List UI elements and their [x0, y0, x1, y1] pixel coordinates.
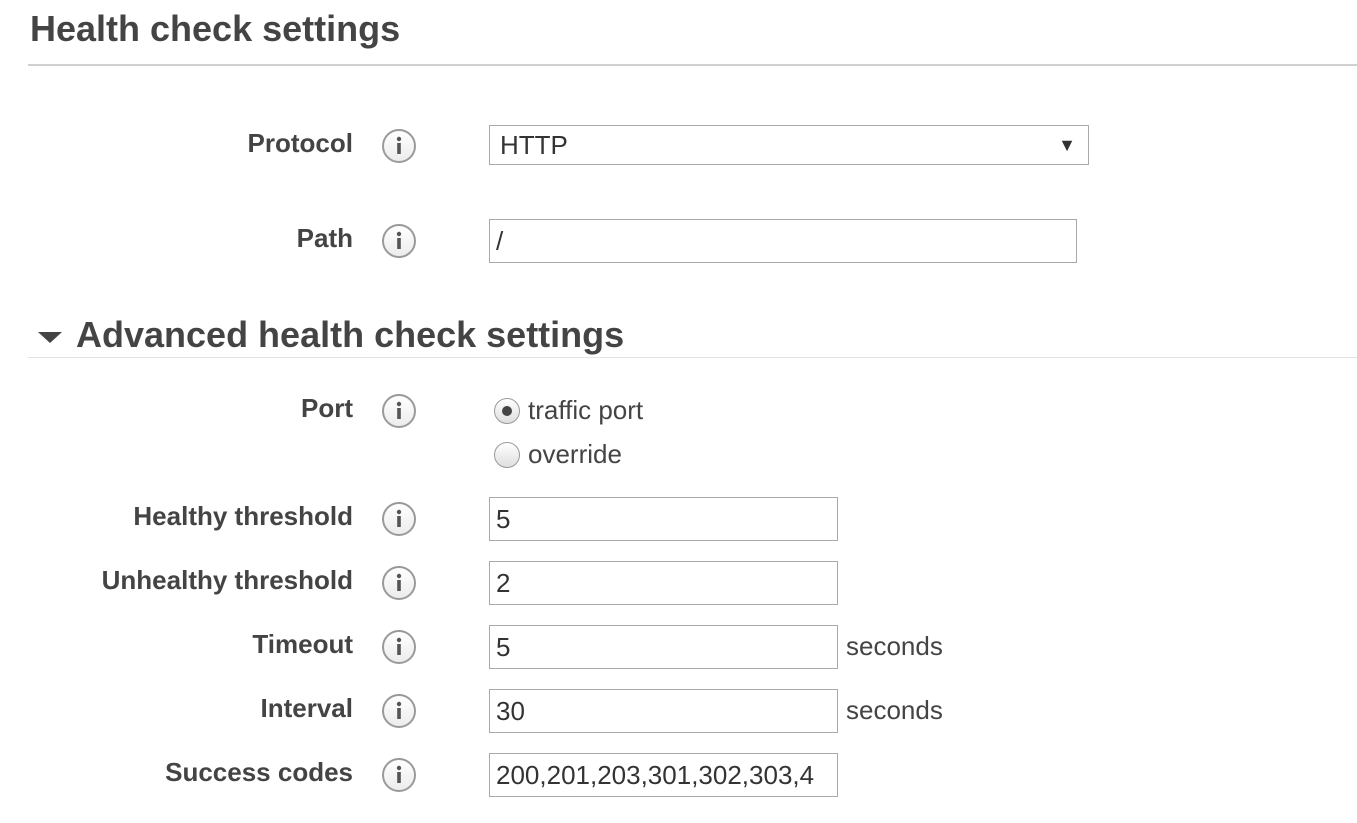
unhealthy-threshold-input[interactable]: 2: [489, 561, 838, 605]
timeout-label: Timeout: [252, 629, 353, 659]
path-input[interactable]: /: [489, 219, 1077, 263]
protocol-selected-value: HTTP: [500, 129, 568, 160]
override-radio[interactable]: [494, 441, 520, 468]
port-label: Port: [301, 393, 353, 423]
port-option-override[interactable]: override: [494, 439, 622, 470]
timeout-input[interactable]: 5: [489, 625, 838, 669]
override-label[interactable]: override: [528, 439, 622, 470]
advanced-section-header[interactable]: Advanced health check settings: [30, 314, 624, 356]
healthy-threshold-label: Healthy threshold: [133, 501, 353, 531]
interval-unit: seconds: [846, 695, 943, 725]
advanced-divider: [28, 357, 1357, 358]
path-info-icon[interactable]: [382, 224, 416, 258]
timeout-info-icon[interactable]: [382, 630, 416, 664]
port-info-icon[interactable]: [382, 394, 416, 428]
interval-info-icon[interactable]: [382, 694, 416, 728]
traffic-port-label[interactable]: traffic port: [528, 395, 643, 426]
section-title: Health check settings: [30, 8, 401, 49]
success-codes-label: Success codes: [165, 757, 353, 787]
protocol-info-icon[interactable]: [382, 129, 416, 163]
path-label: Path: [296, 223, 353, 253]
unhealthy-threshold-label: Unhealthy threshold: [101, 565, 353, 595]
timeout-unit: seconds: [846, 631, 943, 661]
healthy-threshold-input[interactable]: 5: [489, 497, 838, 541]
advanced-section-title[interactable]: Advanced health check settings: [76, 314, 624, 356]
success-codes-input[interactable]: 200,201,203,301,302,303,4: [489, 753, 838, 797]
traffic-port-radio[interactable]: [494, 397, 520, 424]
unhealthy-threshold-info-icon[interactable]: [382, 566, 416, 600]
interval-label: Interval: [260, 693, 354, 723]
port-option-traffic-port[interactable]: traffic port: [494, 395, 643, 426]
interval-input[interactable]: 30: [489, 689, 838, 733]
caret-down-icon[interactable]: [38, 331, 62, 343]
protocol-label: Protocol: [247, 128, 353, 158]
health-check-settings-page: Health check settings Protocol HTTP ▼ Pa…: [0, 0, 1357, 823]
section-divider: [28, 64, 1357, 66]
healthy-threshold-info-icon[interactable]: [382, 502, 416, 536]
dropdown-arrow-icon: ▼: [1058, 134, 1076, 155]
radio-selected-dot: [502, 405, 512, 416]
protocol-select[interactable]: HTTP ▼: [489, 125, 1089, 165]
success-codes-info-icon[interactable]: [382, 758, 416, 792]
